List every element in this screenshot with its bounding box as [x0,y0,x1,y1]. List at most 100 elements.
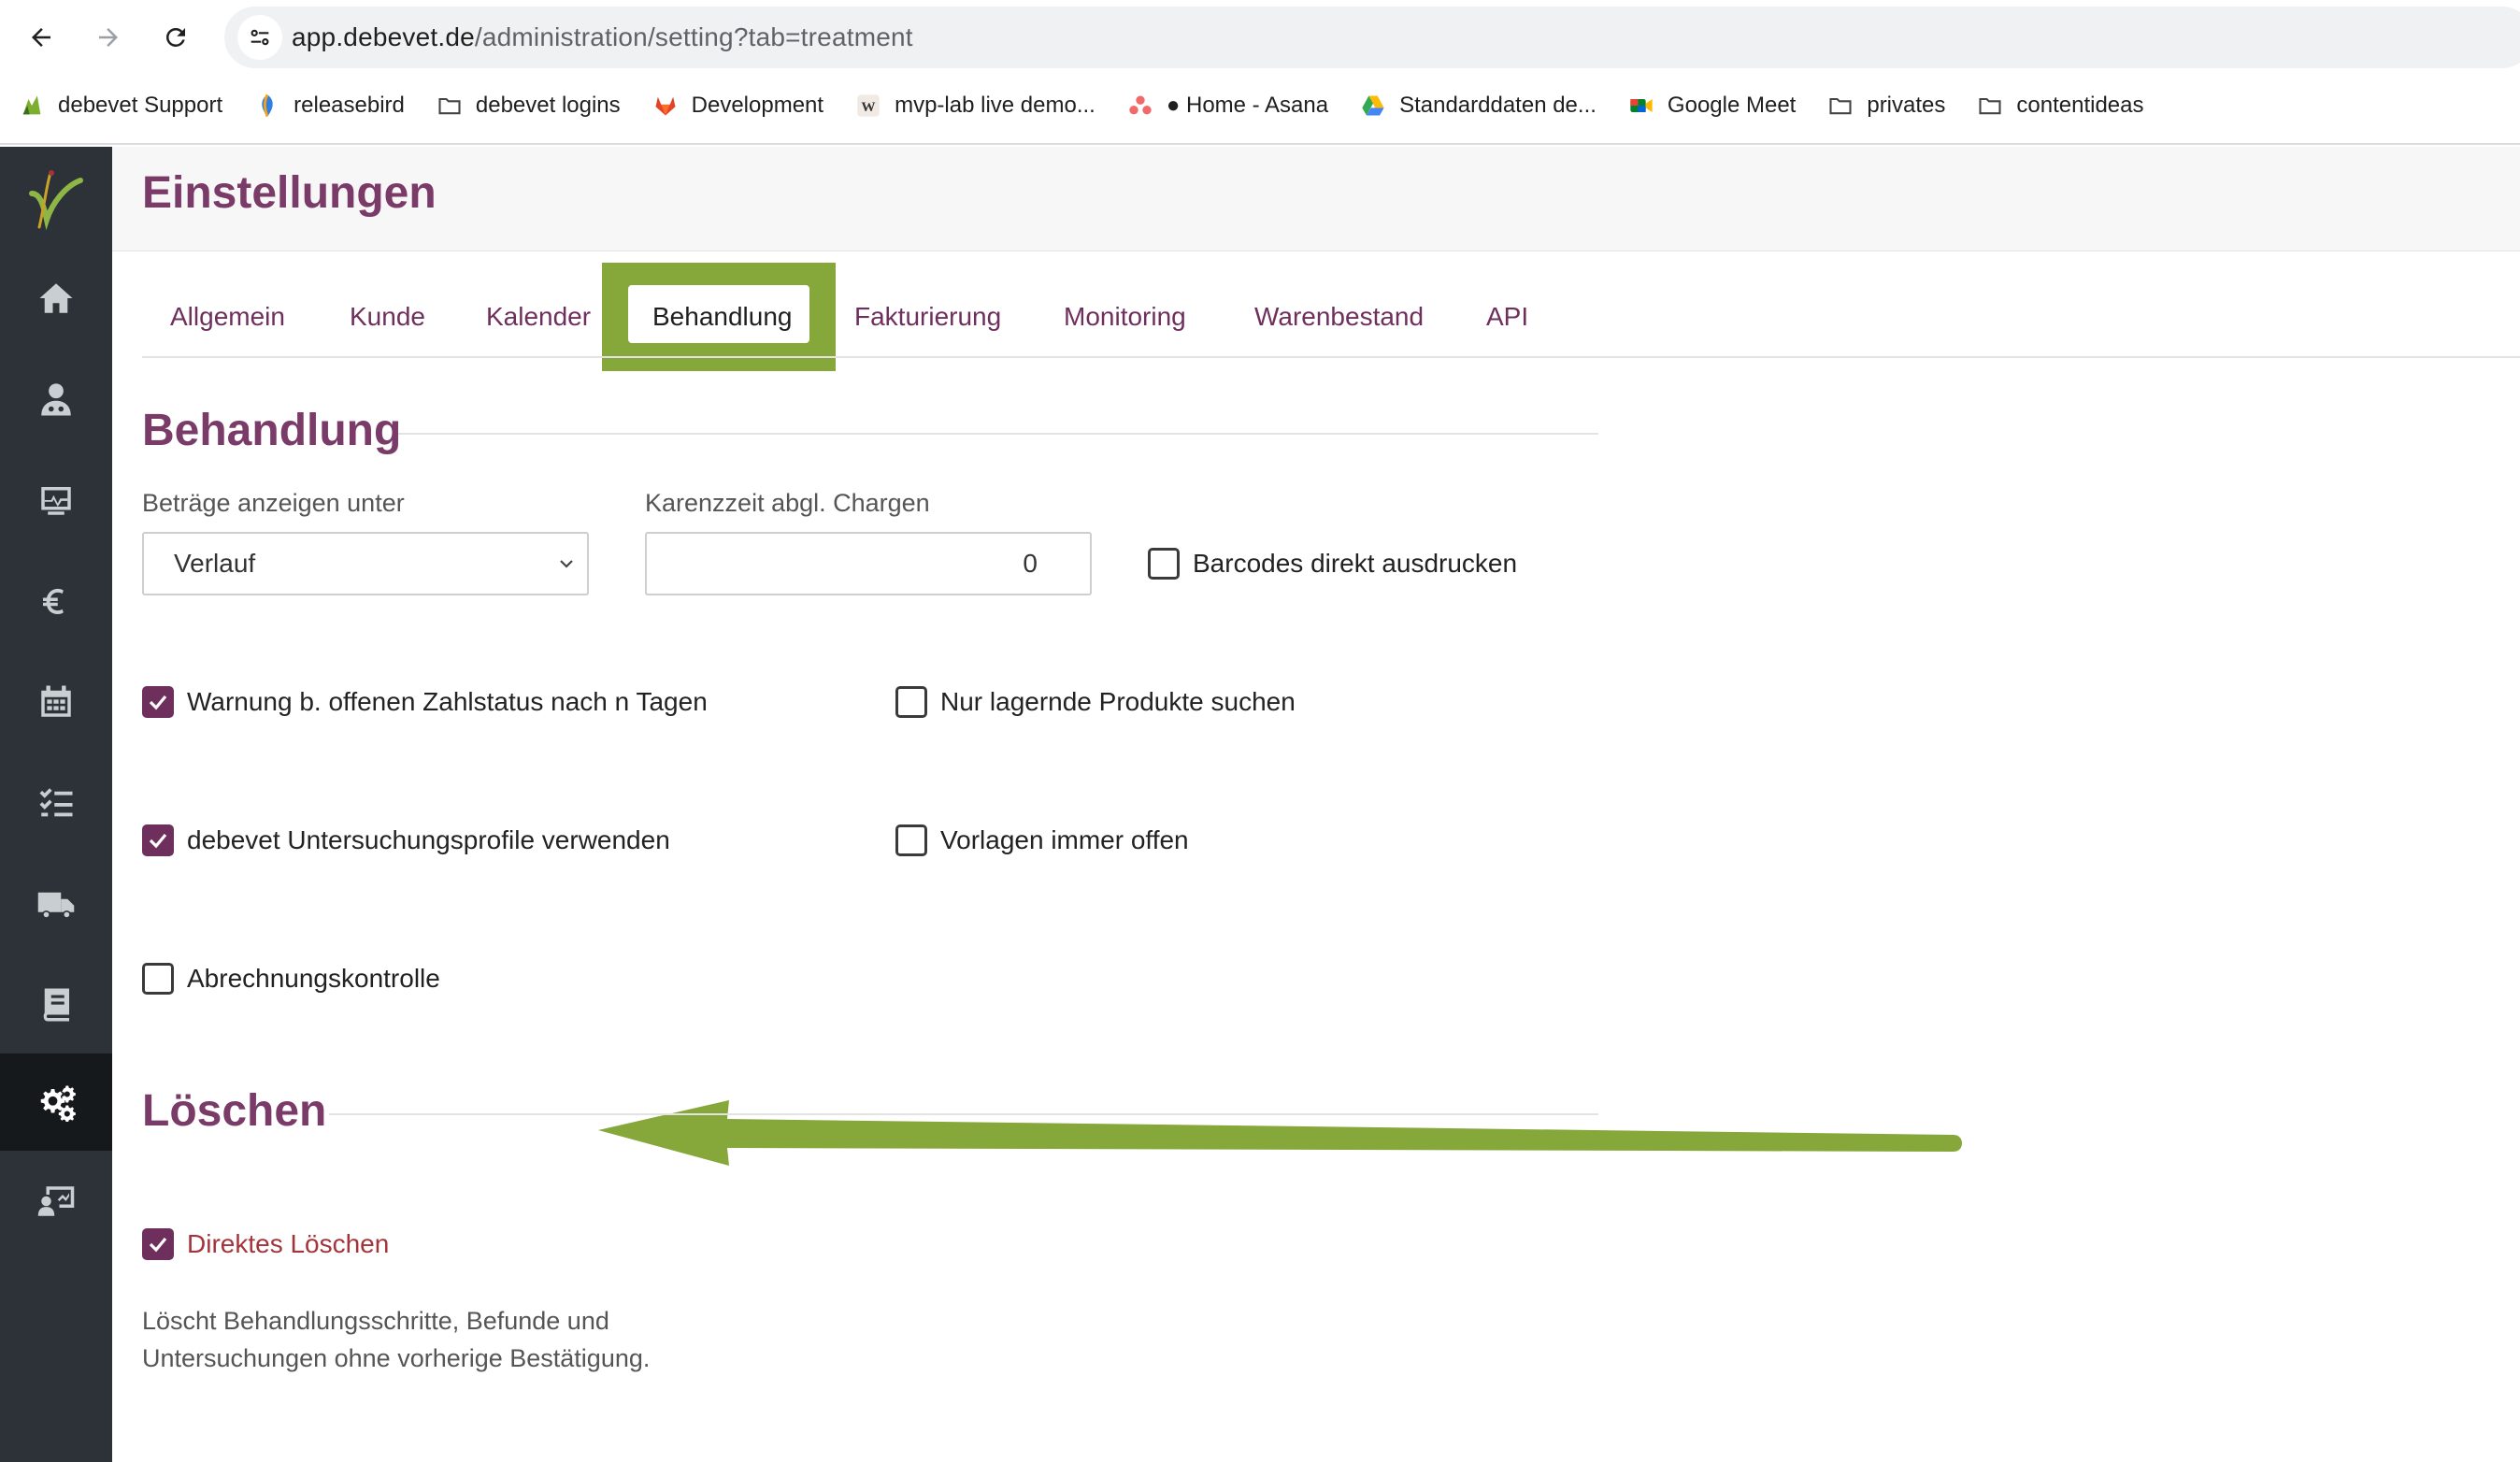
bookmark-label: mvp-lab live demo... [895,93,1095,118]
karenz-input[interactable] [647,534,1090,594]
app-sidebar [0,147,112,1462]
check-icon [149,695,167,710]
url-text[interactable]: app.debevet.de/administration/setting?ta… [292,7,913,68]
bookmark-releasebird[interactable]: releasebird [254,93,405,119]
debevet-logo[interactable] [19,165,93,240]
reload-icon [166,27,185,47]
forward-button[interactable] [84,13,133,62]
warnung-option[interactable]: Warnung b. offenen Zahlstatus nach n Tag… [142,683,708,721]
gears-icon [40,1085,76,1122]
tab-behandlung[interactable]: Behandlung [652,302,792,332]
tab-warenbestand[interactable]: Warenbestand [1254,302,1424,332]
vorlagen-option[interactable]: Vorlagen immer offen [895,822,1189,859]
truck-icon [37,892,75,919]
sidebar-item-patients[interactable] [0,351,112,448]
barcodes-checkbox[interactable] [1148,548,1180,580]
profile-label: debevet Untersuchungsprofile verwenden [187,825,670,854]
bookmark-label: debevet logins [475,93,621,118]
book-icon [43,988,69,1022]
check-icon [149,833,167,849]
amounts-label: Beträge anzeigen unter [142,489,405,517]
lagernd-option[interactable]: Nur lagernde Produkte suchen [895,683,1296,721]
url-path: /administration/setting?tab=treatment [474,22,913,51]
sidebar-item-monitoring[interactable] [0,452,112,549]
back-button[interactable] [17,13,65,62]
reload-button[interactable] [151,13,200,62]
karenz-label: Karenzzeit abgl. Chargen [645,489,930,517]
folder-icon [1827,93,1854,119]
abrechnung-label: Abrechnungskontrolle [187,964,440,993]
section-title-loeschen: Löschen [142,1086,327,1136]
page-header: Einstellungen [112,147,2520,251]
euro-icon [43,588,64,614]
sidebar-item-reference[interactable] [0,956,112,1054]
amounts-select-value: Verlauf [174,549,256,578]
bookmark-label: ● Home - Asana [1166,93,1329,118]
admin-icon [37,1186,75,1216]
bookmark-label: Standarddaten de... [1399,93,1596,118]
bookmarks-bar: debevet Support releasebird debevet logi… [19,86,2176,125]
bookmark-debevet-logins[interactable]: debevet logins [437,93,621,119]
home-icon [39,283,73,313]
bookmark-google-meet[interactable]: Google Meet [1628,93,1796,119]
amounts-select[interactable]: Verlauf [142,532,589,595]
sidebar-item-home[interactable] [0,250,112,347]
bookmark-asana[interactable]: ● Home - Asana [1127,93,1328,119]
sidebar-item-delivery[interactable] [0,855,112,953]
arrow-left-icon [32,28,50,47]
sidebar-item-settings[interactable] [0,1054,112,1151]
drive-icon [1360,93,1386,119]
meet-icon [1628,93,1654,119]
abrechnung-checkbox[interactable] [142,963,174,995]
profile-option[interactable]: debevet Untersuchungsprofile verwenden [142,822,670,859]
bookmark-debevet-support[interactable]: debevet Support [19,93,222,119]
tasks-icon [39,788,73,817]
doctor-icon [41,383,71,416]
barcodes-option[interactable]: Barcodes direkt ausdrucken [1148,545,1517,582]
bookmark-development[interactable]: Development [652,93,823,119]
lagernd-checkbox[interactable] [895,686,927,718]
tab-allgemein[interactable]: Allgemein [170,302,285,332]
tab-monitoring[interactable]: Monitoring [1064,302,1186,332]
tab-api[interactable]: API [1486,302,1528,332]
warnung-label: Warnung b. offenen Zahlstatus nach n Tag… [187,687,708,716]
sidebar-item-admin[interactable] [0,1153,112,1250]
sidebar-item-calendar[interactable] [0,653,112,751]
main-content: Einstellungen Allgemein Kunde Kalender B… [112,147,2520,1462]
releasebird-icon [254,93,280,119]
sidebar-item-billing[interactable] [0,552,112,650]
bookmark-label: debevet Support [58,93,223,118]
tab-kunde[interactable]: Kunde [350,302,425,332]
site-settings-icon[interactable] [237,15,282,60]
profile-checkbox[interactable] [142,824,174,856]
asana-icon [1127,93,1153,119]
calendar-icon [41,685,71,717]
folder-icon [437,93,463,119]
svg-text:W: W [862,99,876,115]
bookmark-label: Development [691,93,824,118]
bookmark-label: privates [1867,93,1946,118]
warnung-checkbox[interactable] [142,686,174,718]
debevet-icon [19,93,45,119]
bookmark-privates[interactable]: privates [1827,93,1945,119]
chevron-down-icon [560,560,573,568]
bookmark-label: Google Meet [1667,93,1797,118]
address-bar[interactable]: app.debevet.de/administration/setting?ta… [224,7,2520,68]
gitlab-icon [652,93,679,119]
vorlagen-label: Vorlagen immer offen [940,825,1189,854]
vorlagen-checkbox[interactable] [895,824,927,856]
karenz-input-box [645,532,1092,595]
bookmark-contentideas[interactable]: contentideas [1977,93,2144,119]
direct-delete-option[interactable]: Direktes Löschen [142,1226,389,1263]
abrechnung-option[interactable]: Abrechnungskontrolle [142,960,440,997]
direct-delete-checkbox[interactable] [142,1228,174,1260]
bookmark-mvp-lab[interactable]: W mvp-lab live demo... [855,93,1095,119]
tab-fakturierung[interactable]: Fakturierung [854,302,1001,332]
sidebar-item-tasks[interactable] [0,754,112,852]
browser-chrome: app.debevet.de/administration/setting?ta… [0,0,2520,145]
check-icon [149,1237,167,1253]
bookmark-standarddaten[interactable]: Standarddaten de... [1360,93,1596,119]
tab-kalender[interactable]: Kalender [486,302,591,332]
url-host: app.debevet.de [292,22,475,51]
page-title: Einstellungen [142,168,437,218]
